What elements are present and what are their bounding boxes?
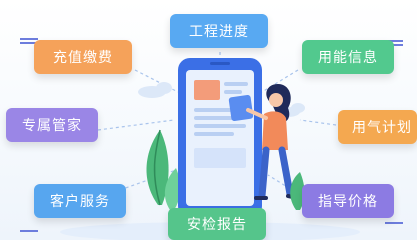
- energy-info-tag[interactable]: 用能信息: [302, 40, 394, 74]
- service-banner: 充值缴费 工程进度 用能信息 专属管家 用气计划 客户服务 安检报告 指导价格: [0, 0, 417, 240]
- safety-report-tag[interactable]: 安检报告: [168, 208, 266, 240]
- project-progress-tag[interactable]: 工程进度: [170, 14, 268, 48]
- customer-service-tag[interactable]: 客户服务: [34, 184, 126, 218]
- guide-price-tag[interactable]: 指导价格: [302, 184, 394, 218]
- exclusive-manager-tag[interactable]: 专属管家: [6, 108, 98, 142]
- recharge-tag[interactable]: 充值缴费: [34, 40, 132, 74]
- gas-plan-tag[interactable]: 用气计划: [338, 110, 417, 144]
